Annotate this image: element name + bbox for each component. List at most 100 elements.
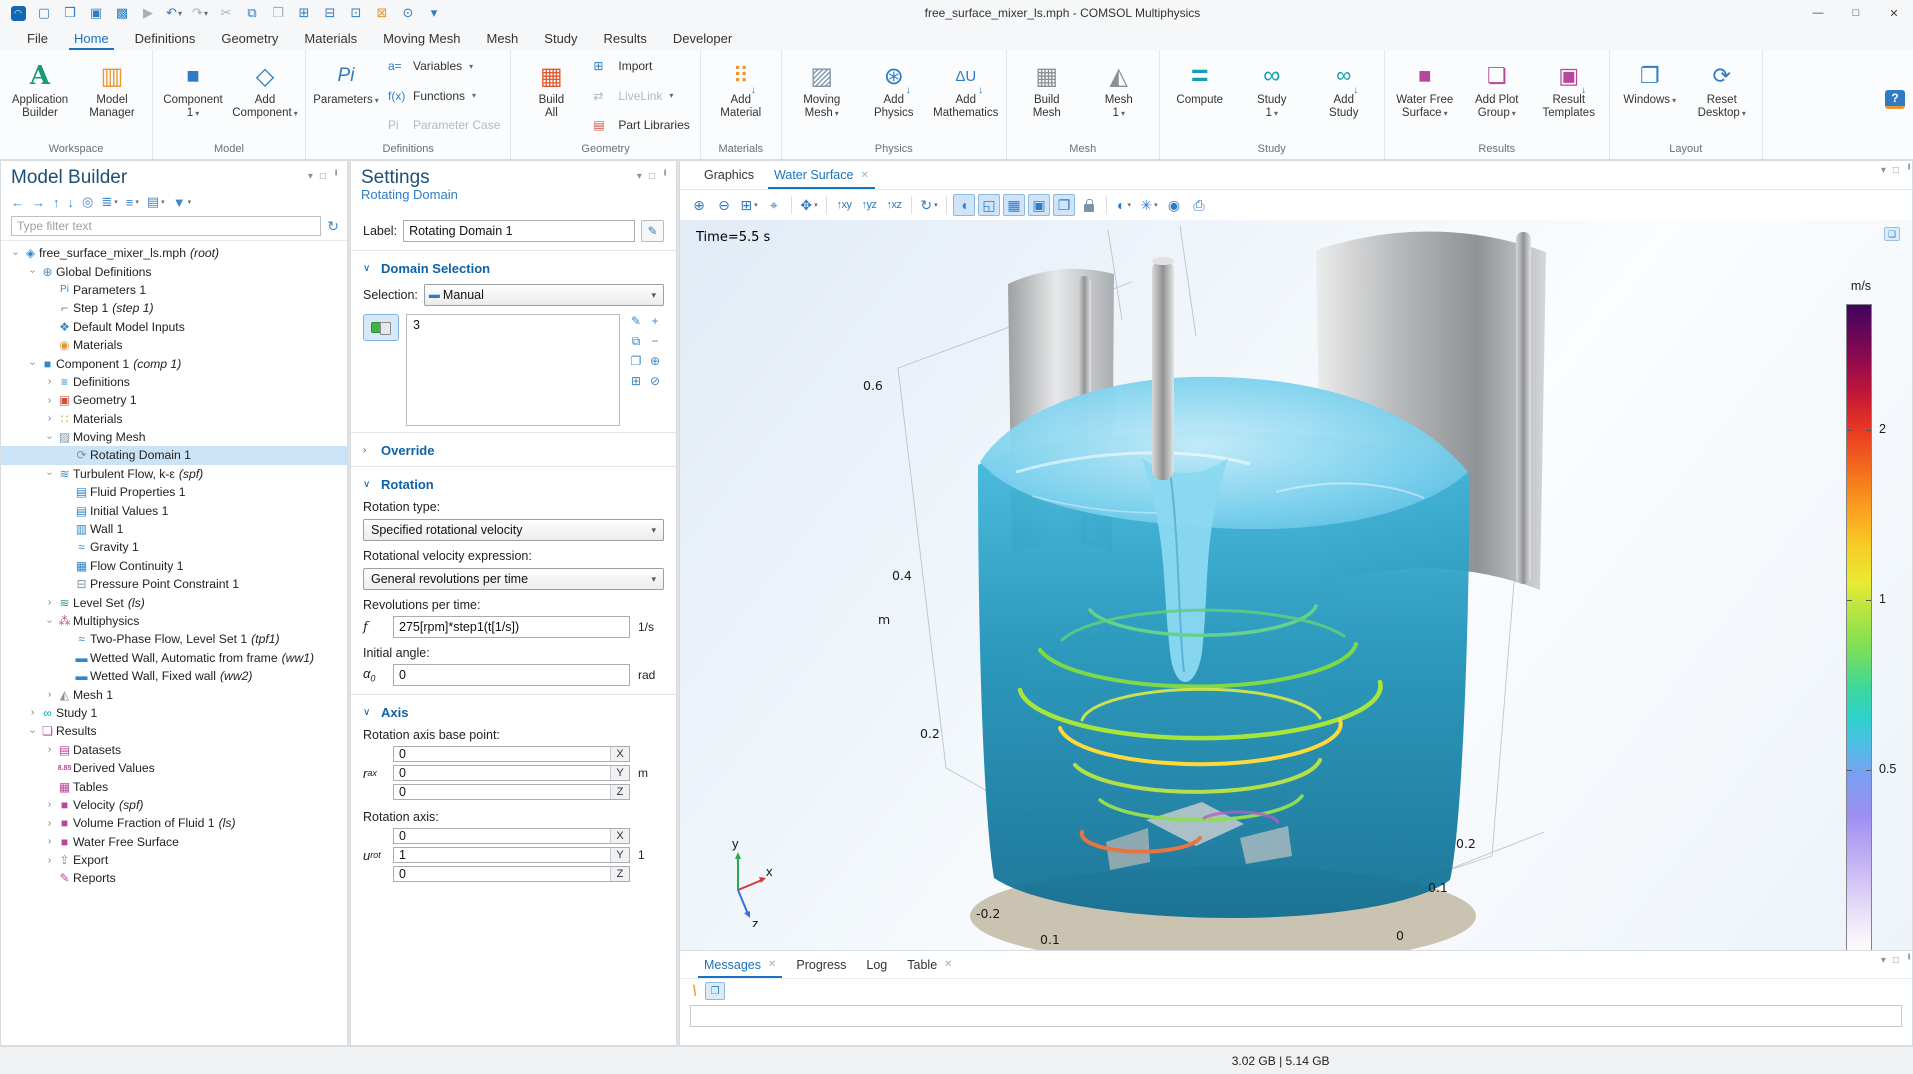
rotation-axis-z-input[interactable] (394, 867, 610, 881)
view-xy-icon[interactable]: ↑xy (833, 194, 855, 216)
show-material-color-icon[interactable]: ▣ (1028, 194, 1050, 216)
add-plot-group-button[interactable]: ❏Add PlotGroup▾ (1461, 54, 1533, 141)
lock-view-icon[interactable] (1078, 194, 1100, 216)
information-panel-buttons[interactable]: ▾□╹ (1881, 951, 1912, 978)
add-material-button[interactable]: ⠿↓AddMaterial (705, 54, 777, 141)
add-mathematics-button[interactable]: ΔU↓AddMathematics (930, 54, 1002, 141)
transparency-icon[interactable]: ◱ (978, 194, 1000, 216)
expand-all-icon[interactable]: ≣▾ (101, 194, 117, 210)
zoom-box-icon[interactable]: ⊞▾ (738, 194, 760, 216)
functions-button[interactable]: f(x)Functions▾ (388, 86, 500, 106)
mixer-3d-plot[interactable] (680, 220, 1911, 950)
move-down-icon[interactable]: ↓ (68, 195, 75, 210)
node-grouping-icon[interactable]: ▤▾ (147, 194, 165, 210)
undo-icon[interactable]: ↶▾ (162, 2, 186, 24)
view-yz-icon[interactable]: ↑yz (858, 194, 880, 216)
ribbon-tab-moving-mesh[interactable]: Moving Mesh (370, 26, 473, 50)
tree-node-export[interactable]: ›⇪Export (1, 851, 347, 869)
collapse-icon[interactable]: › (44, 615, 55, 628)
tree-node-component-1[interactable]: ›■Component 1(comp 1) (1, 354, 347, 372)
rotation-axis-y-input[interactable] (394, 848, 610, 862)
import-button[interactable]: ⊞Import (593, 56, 689, 76)
livelink-button[interactable]: ⇄LiveLink▾ (593, 86, 689, 106)
close-icon[interactable]: ✕ (944, 959, 952, 970)
collapse-icon[interactable]: › (27, 357, 38, 370)
cut-icon[interactable]: ✂ (214, 2, 238, 24)
go-to-default-view-icon[interactable]: ✥▾ (798, 194, 820, 216)
remove-from-selection-icon[interactable]: − (646, 334, 664, 353)
print-icon[interactable]: ⎙ (1188, 194, 1210, 216)
information-tab-messages[interactable]: Messages✕ (694, 951, 786, 978)
filter-icon[interactable]: ▼▾ (173, 195, 191, 210)
collapse-all-icon[interactable]: ≡▾ (126, 195, 139, 210)
show-icon[interactable]: ◎ (82, 194, 93, 210)
tree-node-two-phase-flow-level-set-1[interactable]: ≈Two-Phase Flow, Level Set 1(tpf1) (1, 630, 347, 648)
save-as-icon[interactable]: ▩ (110, 2, 134, 24)
paste-icon[interactable]: ❐ (266, 2, 290, 24)
image-snapshot-icon[interactable]: ◉ (1163, 194, 1185, 216)
ribbon-tab-developer[interactable]: Developer (660, 26, 745, 50)
run-icon[interactable]: ▶ (136, 2, 160, 24)
activate-selection-icon[interactable]: ✎ (627, 314, 645, 333)
go-forward-icon[interactable]: → (32, 195, 45, 210)
expand-icon[interactable]: › (26, 707, 39, 718)
collapse-icon[interactable]: › (27, 725, 38, 738)
rotation-type-dropdown[interactable]: Specified rotational velocity▾ (363, 519, 664, 541)
build-mesh-button[interactable]: ▦BuildMesh (1011, 54, 1083, 141)
add-component-button[interactable]: ◇AddComponent▾ (229, 54, 301, 141)
variables-button[interactable]: a=Variables▾ (388, 56, 500, 76)
component-1-button[interactable]: ■Component1▾ (157, 54, 229, 141)
show-plot-frame-icon[interactable]: ❐ (1053, 194, 1075, 216)
show-grid-icon[interactable]: ▦ (1003, 194, 1025, 216)
paste-selection-icon[interactable]: ❐ (627, 354, 645, 373)
water-free-surface-button[interactable]: ■Water FreeSurface▾ (1389, 54, 1461, 141)
tree-node-moving-mesh[interactable]: ›▨Moving Mesh (1, 428, 347, 446)
graphics-panel-buttons[interactable]: ▾□╹ (1881, 161, 1912, 189)
active-toggle-button[interactable] (363, 314, 399, 341)
expand-icon[interactable]: › (43, 855, 56, 866)
collapse-icon[interactable]: › (44, 467, 55, 480)
new-file-icon[interactable]: ▢ (32, 2, 56, 24)
clear-messages-icon[interactable]: ∖ (689, 982, 701, 999)
override-heading[interactable]: ›Override (363, 443, 664, 458)
zoom-in-icon[interactable]: ⊕ (688, 194, 710, 216)
open-in-new-window-icon[interactable]: ❐ (705, 982, 725, 1000)
expand-icon[interactable]: › (43, 799, 56, 810)
tree-node-rotating-domain-1[interactable]: ⟳Rotating Domain 1 (1, 446, 347, 464)
information-tab-progress[interactable]: Progress (786, 951, 856, 978)
move-up-icon[interactable]: ↑ (53, 195, 60, 210)
ribbon-tab-mesh[interactable]: Mesh (473, 26, 531, 50)
label-input[interactable] (403, 220, 635, 242)
selection-list[interactable]: 3 (406, 314, 620, 426)
part-libraries-button[interactable]: ▤Part Libraries (593, 115, 689, 135)
domain-selection-heading[interactable]: ∨Domain Selection (363, 261, 664, 276)
zoom-extents-icon[interactable]: ⌖ (763, 194, 785, 216)
base-point-y-input[interactable] (394, 766, 610, 780)
tree-node-wall-1[interactable]: ▥Wall 1 (1, 520, 347, 538)
expand-icon[interactable]: › (43, 818, 56, 829)
information-tab-log[interactable]: Log (856, 951, 897, 978)
zoom-to-selection-icon[interactable]: ⊕ (646, 354, 664, 373)
graphics-tab-graphics[interactable]: Graphics (694, 161, 764, 189)
model-builder-panel-buttons[interactable]: ▾□╹ (308, 167, 339, 182)
duplicate-icon[interactable]: ⊞ (292, 2, 316, 24)
information-tab-table[interactable]: Table✕ (897, 951, 962, 978)
expand-icon[interactable]: › (43, 597, 56, 608)
copy-icon[interactable]: ⧉ (240, 2, 264, 24)
expand-icon[interactable]: › (43, 376, 56, 387)
ribbon-tab-materials[interactable]: Materials (291, 26, 370, 50)
build-all-button[interactable]: ▦BuildAll (515, 54, 587, 141)
tree-node-step-1[interactable]: ⌐Step 1(step 1) (1, 299, 347, 317)
messages-view[interactable] (690, 1005, 1902, 1027)
tree-node-volume-fraction-of-fluid-1[interactable]: ›■Volume Fraction of Fluid 1(ls) (1, 814, 347, 832)
close-button[interactable]: ✕ (1875, 0, 1913, 26)
tree-node-results[interactable]: ›❏Results (1, 722, 347, 740)
ribbon-tab-geometry[interactable]: Geometry (208, 26, 291, 50)
graphics-canvas[interactable]: Time=5.5 s 0.60.40.2m-0.20.10.20.10 y x … (679, 220, 1913, 950)
moving-mesh-button[interactable]: ▨MovingMesh▾ (786, 54, 858, 141)
tree-node-multiphysics[interactable]: ›⁂Multiphysics (1, 612, 347, 630)
help-button[interactable]: ? (1885, 90, 1905, 109)
tree-node-velocity[interactable]: ›■Velocity(spf) (1, 796, 347, 814)
study-1-button[interactable]: ∞Study1▾ (1236, 54, 1308, 141)
tree-node-tables[interactable]: ▦Tables (1, 777, 347, 795)
